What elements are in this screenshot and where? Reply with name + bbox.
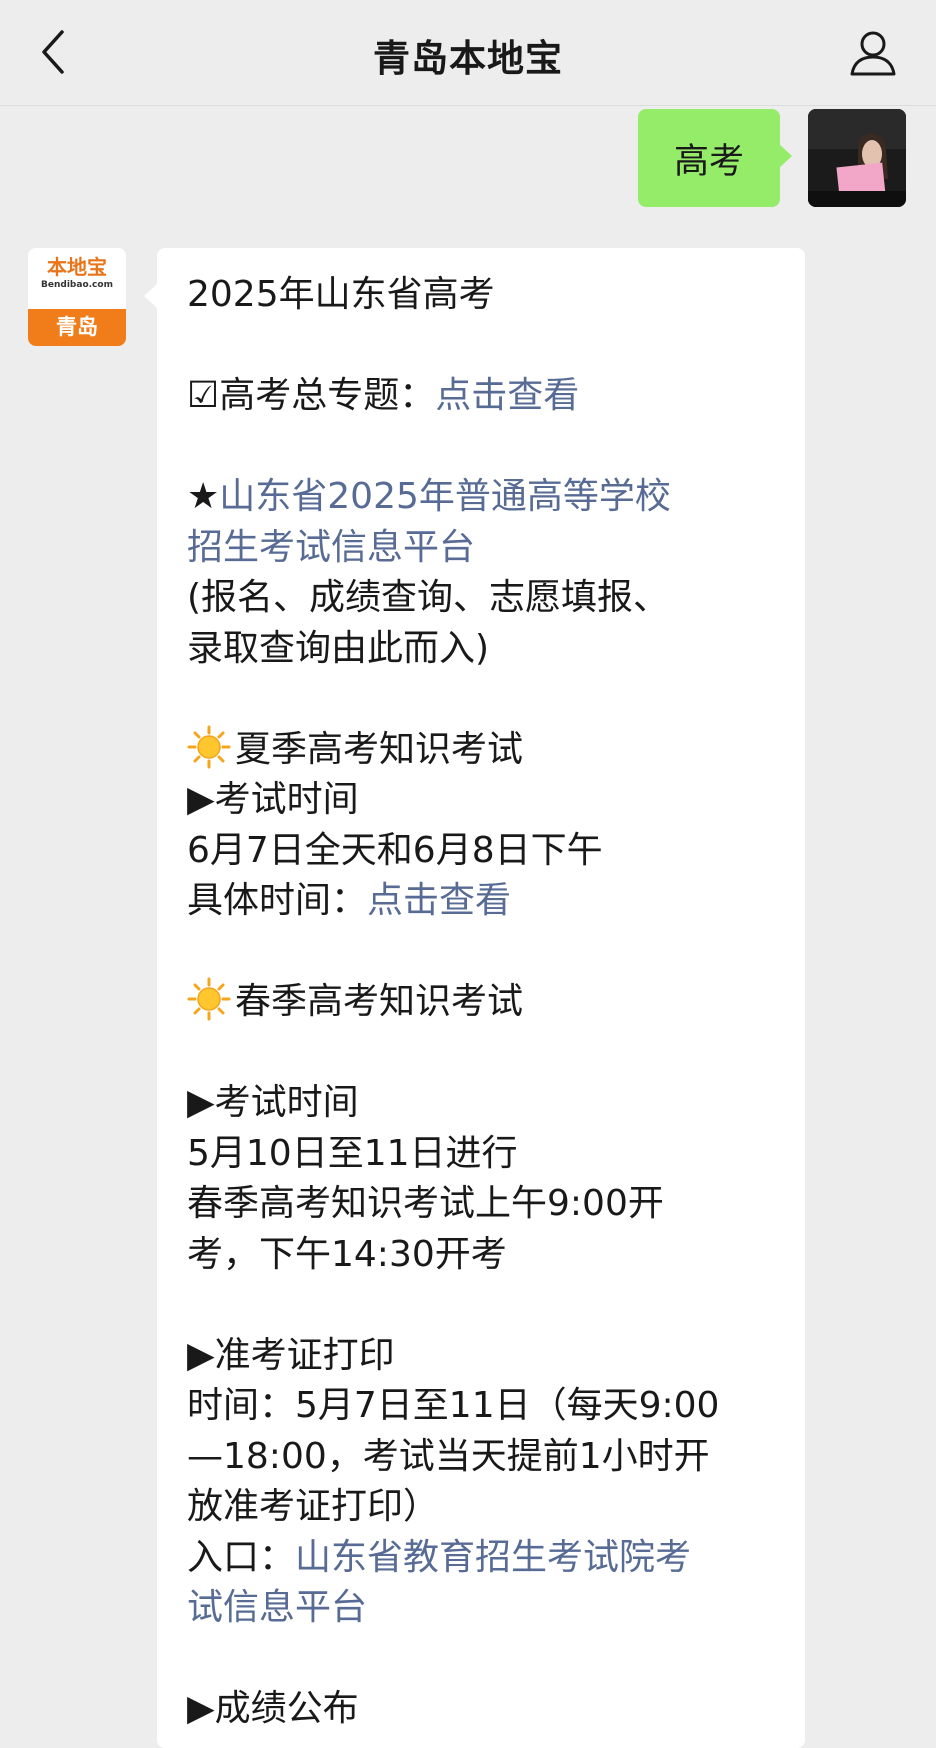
spring-time-detail-1: 春季高考知识考试上午9:00开 <box>187 1183 664 1224</box>
entry-link-2[interactable]: 试信息平台 <box>187 1583 787 1634</box>
top-bar: 青岛本地宝 <box>0 0 936 106</box>
spring-time-value: 5月10日至11日进行 <box>187 1132 518 1174</box>
print-line-1: 时间：5月7日至11日（每天9:00 <box>187 1385 720 1426</box>
reply-heading: 2025年山东省高考 <box>187 274 495 315</box>
user-icon <box>850 31 896 76</box>
sender-avatar[interactable]: 本地宝 Bendibao.com 青岛 <box>28 248 126 346</box>
entry-prefix: 入口： <box>187 1536 296 1578</box>
summer-detail-line: 具体时间：点击查看 <box>187 876 787 927</box>
avatar-city-text: 青岛 <box>28 309 126 346</box>
topic-link[interactable]: 点击查看 <box>435 375 579 416</box>
page-title: 青岛本地宝 <box>373 37 563 80</box>
avatar-photo <box>808 109 906 207</box>
summer-detail-link[interactable]: 点击查看 <box>367 880 511 921</box>
print-line-2: —18:00，考试当天提前1小时开 <box>187 1435 710 1477</box>
entry-line-1: 入口：山东省教育招生考试院考 <box>187 1533 787 1584</box>
avatar-brand-text: 本地宝 <box>47 255 107 279</box>
sun-icon <box>187 725 231 768</box>
print-line-3: 放准考证打印） <box>187 1486 440 1527</box>
platform-link-2[interactable]: 招生考试信息平台 <box>187 523 787 574</box>
spring-time-detail-2: 考，下午14:30开考 <box>187 1233 507 1275</box>
star-icon: ★ <box>187 476 220 517</box>
summer-time-value: 6月7日全天和6月8日下午 <box>187 829 603 871</box>
reply-content: 2025年山东省高考 ☑高考总专题：点击查看 ★山东省2025年普通高等学校 招… <box>187 270 787 1735</box>
reply-message-bubble: 2025年山东省高考 ☑高考总专题：点击查看 ★山东省2025年普通高等学校 招… <box>144 248 805 1748</box>
sent-message-bubble[interactable]: 高考 <box>638 109 792 207</box>
spring-title: 春季高考知识考试 <box>235 981 524 1022</box>
sun-icon <box>187 977 231 1021</box>
spring-title-line: 春季高考知识考试 <box>187 977 787 1028</box>
score-label: ▶成绩公布 <box>187 1688 359 1729</box>
summer-time-label: ▶考试时间 <box>187 779 359 820</box>
sent-message-text: 高考 <box>673 141 744 182</box>
avatar-domain-text: Bendibao.com <box>41 280 113 290</box>
my-avatar[interactable] <box>808 109 906 207</box>
platform-note-1: (报名、成绩查询、志愿填报、 <box>187 577 670 618</box>
platform-link-1[interactable]: 山东省2025年普通高等学校 <box>219 476 671 517</box>
spring-time-label: ▶考试时间 <box>187 1082 359 1123</box>
print-label: ▶准考证打印 <box>187 1334 395 1376</box>
platform-note-2: 录取查询由此而入) <box>187 627 490 669</box>
summer-detail-prefix: 具体时间： <box>187 880 368 921</box>
summer-title: 夏季高考知识考试 <box>235 728 524 770</box>
profile-button[interactable] <box>846 26 900 80</box>
topic-prefix: ☑高考总专题： <box>187 375 436 416</box>
entry-link-1[interactable]: 山东省教育招生考试院考 <box>295 1537 691 1578</box>
summer-title-line: 夏季高考知识考试 <box>187 725 787 776</box>
topic-line: ☑高考总专题：点击查看 <box>187 371 787 422</box>
platform-line-1: ★山东省2025年普通高等学校 <box>187 472 787 523</box>
